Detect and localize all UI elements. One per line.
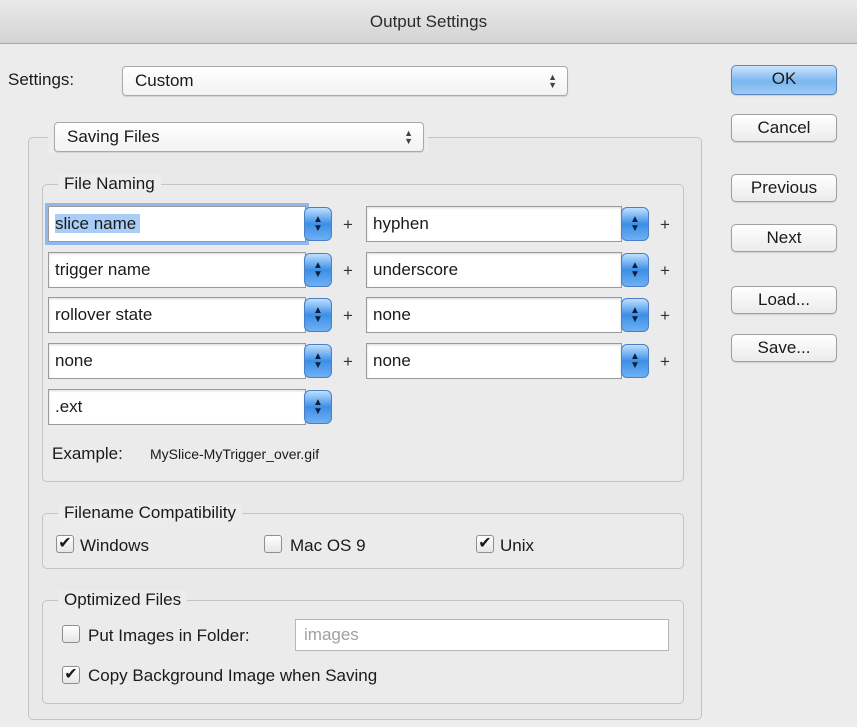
naming-field-2-left[interactable]: trigger name bbox=[48, 252, 306, 288]
window-title: Output Settings bbox=[0, 0, 857, 44]
down-arrow-icon: ▼ bbox=[313, 406, 323, 417]
macos9-checkbox[interactable] bbox=[264, 535, 282, 553]
checkmark-icon: ✔ bbox=[478, 535, 492, 552]
updown-arrows-icon: ▲ ▼ bbox=[404, 128, 413, 146]
optimized-files-group bbox=[42, 600, 684, 704]
filename-compatibility-legend: Filename Compatibility bbox=[58, 503, 242, 523]
down-arrow-icon: ▼ bbox=[313, 269, 323, 280]
settings-popup[interactable]: Custom ▲ ▼ bbox=[122, 66, 568, 96]
example-value: MySlice-MyTrigger_over.gif bbox=[150, 446, 320, 462]
plus-sign: + bbox=[660, 306, 670, 325]
plus-sign: + bbox=[343, 352, 353, 371]
naming-extension-stepper[interactable]: ▲ ▼ bbox=[304, 390, 332, 424]
naming-extension-field[interactable]: .ext bbox=[48, 389, 306, 425]
naming-field-1-right-stepper[interactable]: ▲ ▼ bbox=[621, 207, 649, 241]
windows-label: Windows bbox=[80, 536, 149, 555]
down-arrow-icon: ▼ bbox=[630, 269, 640, 280]
next-button[interactable]: Next bbox=[731, 224, 837, 252]
copy-background-label: Copy Background Image when Saving bbox=[88, 666, 378, 685]
naming-field-4-left[interactable]: none bbox=[48, 343, 306, 379]
plus-sign: + bbox=[660, 261, 670, 280]
section-popup[interactable]: Saving Files ▲ ▼ bbox=[54, 122, 424, 152]
unix-label: Unix bbox=[500, 536, 535, 555]
naming-field-4-left-stepper[interactable]: ▲ ▼ bbox=[304, 344, 332, 378]
settings-popup-value: Custom bbox=[135, 71, 194, 90]
naming-field-1-right[interactable]: hyphen bbox=[366, 206, 622, 242]
previous-button[interactable]: Previous bbox=[731, 174, 837, 202]
naming-field-2-right-stepper[interactable]: ▲ ▼ bbox=[621, 253, 649, 287]
copy-background-checkbox[interactable]: ✔ bbox=[62, 666, 80, 684]
optimized-files-legend: Optimized Files bbox=[58, 590, 188, 610]
plus-sign: + bbox=[660, 352, 670, 371]
unix-checkbox[interactable]: ✔ bbox=[476, 535, 494, 553]
section-popup-value: Saving Files bbox=[67, 127, 160, 146]
naming-field-4-right[interactable]: none bbox=[366, 343, 622, 379]
down-arrow-icon: ▼ bbox=[630, 360, 640, 371]
settings-label: Settings: bbox=[8, 70, 75, 89]
put-images-checkbox[interactable] bbox=[62, 625, 80, 643]
checkmark-icon: ✔ bbox=[58, 535, 72, 552]
naming-field-1-left[interactable]: slice name bbox=[48, 206, 306, 242]
checkmark-icon: ✔ bbox=[64, 666, 78, 683]
plus-sign: + bbox=[343, 215, 353, 234]
windows-checkbox[interactable]: ✔ bbox=[56, 535, 74, 553]
naming-field-2-left-stepper[interactable]: ▲ ▼ bbox=[304, 253, 332, 287]
naming-field-1-left-stepper[interactable]: ▲ ▼ bbox=[304, 207, 332, 241]
ok-button[interactable]: OK bbox=[731, 65, 837, 95]
put-images-label: Put Images in Folder: bbox=[88, 626, 250, 645]
naming-field-3-left[interactable]: rollover state bbox=[48, 297, 306, 333]
images-folder-input[interactable]: images bbox=[295, 619, 669, 651]
macos9-label: Mac OS 9 bbox=[290, 536, 366, 555]
updown-arrows-icon: ▲ ▼ bbox=[548, 72, 557, 90]
plus-sign: + bbox=[343, 261, 353, 280]
naming-field-3-right[interactable]: none bbox=[366, 297, 622, 333]
plus-sign: + bbox=[343, 306, 353, 325]
down-arrow-icon: ▼ bbox=[313, 360, 323, 371]
naming-field-3-left-stepper[interactable]: ▲ ▼ bbox=[304, 298, 332, 332]
save-button[interactable]: Save... bbox=[731, 334, 837, 362]
naming-field-3-right-stepper[interactable]: ▲ ▼ bbox=[621, 298, 649, 332]
load-button[interactable]: Load... bbox=[731, 286, 837, 314]
down-arrow-icon: ▼ bbox=[313, 314, 323, 325]
down-arrow-icon: ▼ bbox=[630, 223, 640, 234]
naming-field-4-right-stepper[interactable]: ▲ ▼ bbox=[621, 344, 649, 378]
down-arrow-icon: ▼ bbox=[313, 223, 323, 234]
file-naming-legend: File Naming bbox=[58, 174, 161, 194]
naming-field-2-right[interactable]: underscore bbox=[366, 252, 622, 288]
plus-sign: + bbox=[660, 215, 670, 234]
down-arrow-icon: ▼ bbox=[630, 314, 640, 325]
cancel-button[interactable]: Cancel bbox=[731, 114, 837, 142]
example-label: Example: bbox=[52, 444, 123, 463]
